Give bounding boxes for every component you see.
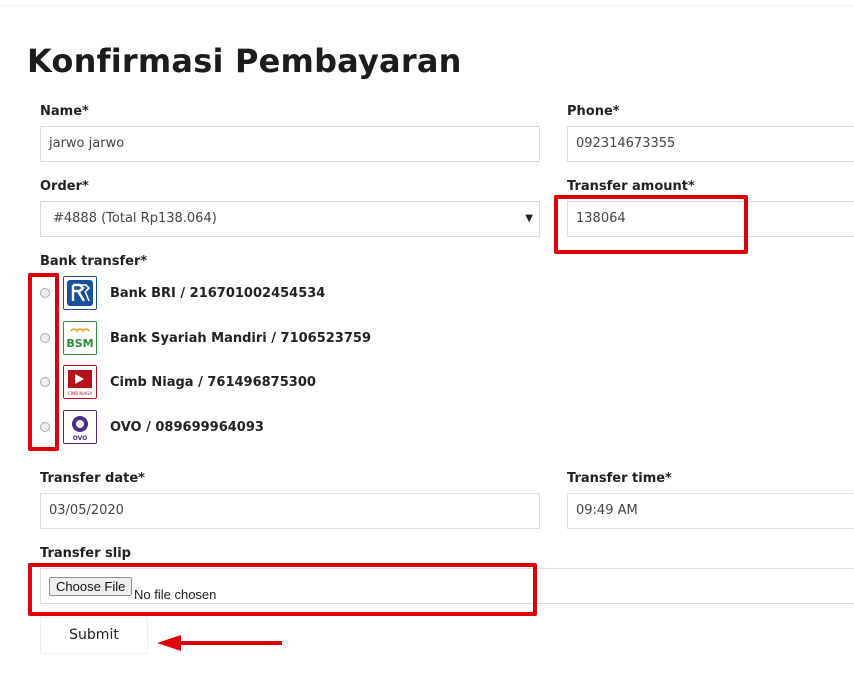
order-select-value: #4888 (Total Rp138.064) bbox=[53, 211, 217, 226]
order-label: Order* bbox=[40, 179, 89, 194]
arrow-left-icon bbox=[157, 635, 282, 651]
order-select[interactable]: #4888 (Total Rp138.064) ▼ bbox=[40, 201, 540, 237]
top-divider bbox=[0, 5, 854, 6]
name-label: Name* bbox=[40, 104, 89, 119]
bank-option-cimb-niaga[interactable]: CIMB NIAGA Cimb Niaga / 761496875300 bbox=[40, 365, 460, 403]
ovo-logo-icon: OVO bbox=[63, 410, 97, 444]
bank-transfer-label: Bank transfer* bbox=[40, 254, 148, 269]
transfer-time-label: Transfer time* bbox=[567, 471, 672, 486]
bank-option-bsm[interactable]: BSM Bank Syariah Mandiri / 7106523759 bbox=[40, 321, 460, 359]
highlight-box-transfer-amount bbox=[554, 195, 748, 254]
dropdown-arrow-icon: ▼ bbox=[525, 213, 533, 224]
bank-option-bri[interactable]: Bank BRI / 216701002454534 bbox=[40, 276, 460, 314]
name-input[interactable]: jarwo jarwo bbox=[40, 126, 540, 162]
page-title: Konfirmasi Pembayaran bbox=[27, 42, 462, 80]
phone-input[interactable]: 092314673355 bbox=[567, 126, 854, 162]
cimb-niaga-logo-icon: CIMB NIAGA bbox=[63, 365, 97, 399]
bank-option-label: Cimb Niaga / 761496875300 bbox=[110, 375, 316, 390]
bank-option-label: Bank Syariah Mandiri / 7106523759 bbox=[110, 331, 371, 346]
bri-logo-icon bbox=[63, 276, 97, 310]
bank-option-label: Bank BRI / 216701002454534 bbox=[110, 286, 326, 301]
transfer-date-input[interactable]: 03/05/2020 bbox=[40, 493, 540, 529]
bsm-logo-text: BSM bbox=[66, 337, 93, 350]
transfer-slip-label: Transfer slip bbox=[40, 546, 131, 561]
bank-option-ovo[interactable]: OVO OVO / 089699964093 bbox=[40, 410, 460, 448]
bank-option-label: OVO / 089699964093 bbox=[110, 420, 264, 435]
transfer-time-input[interactable]: 09:49 AM bbox=[567, 493, 854, 529]
highlight-box-transfer-slip bbox=[28, 563, 537, 616]
transfer-amount-label: Transfer amount* bbox=[567, 179, 695, 194]
cimb-logo-text: CIMB NIAGA bbox=[68, 391, 92, 396]
phone-label: Phone* bbox=[567, 104, 620, 119]
transfer-date-label: Transfer date* bbox=[40, 471, 145, 486]
bsm-logo-icon: BSM bbox=[63, 321, 97, 355]
submit-button[interactable]: Submit bbox=[40, 617, 148, 654]
highlight-box-radios bbox=[28, 273, 59, 451]
ovo-logo-text: OVO bbox=[73, 435, 88, 442]
